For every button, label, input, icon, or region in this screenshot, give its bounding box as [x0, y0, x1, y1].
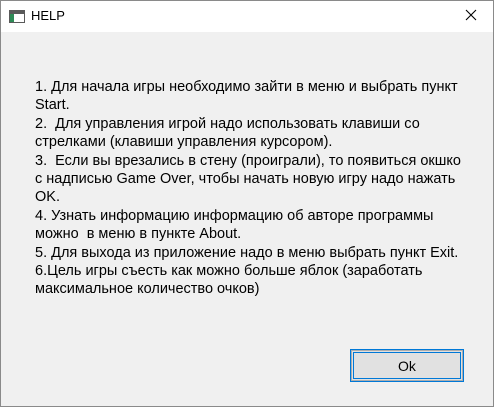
close-icon: [465, 8, 477, 26]
help-line-4: 4. Узнать информацию информацию об автор…: [35, 207, 438, 243]
ok-button-label: Ok: [398, 357, 416, 374]
help-line-3: 3. Если вы врезались в стену (проиграли)…: [35, 152, 465, 206]
ok-button[interactable]: Ok: [350, 349, 464, 382]
help-line-1: 1. Для начала игры необходимо зайти в ме…: [35, 79, 462, 114]
help-window: HELP 1. Для начала игры необходимо зайти…: [0, 0, 494, 407]
help-instructions: 1. Для начала игры необходимо зайти в ме…: [35, 78, 465, 299]
title-bar[interactable]: HELP: [1, 1, 493, 32]
help-line-6: 6.Цель игры съесть как можно больше ябло…: [35, 263, 427, 298]
dialog-content: 1. Для начала игры необходимо зайти в ме…: [1, 32, 493, 406]
window-app-icon: [9, 10, 25, 23]
window-title: HELP: [31, 8, 65, 23]
close-button[interactable]: [448, 1, 493, 32]
help-line-5: 5. Для выхода из приложение надо в меню …: [35, 244, 459, 261]
help-line-2: 2. Для управления игрой надо использоват…: [35, 115, 424, 151]
